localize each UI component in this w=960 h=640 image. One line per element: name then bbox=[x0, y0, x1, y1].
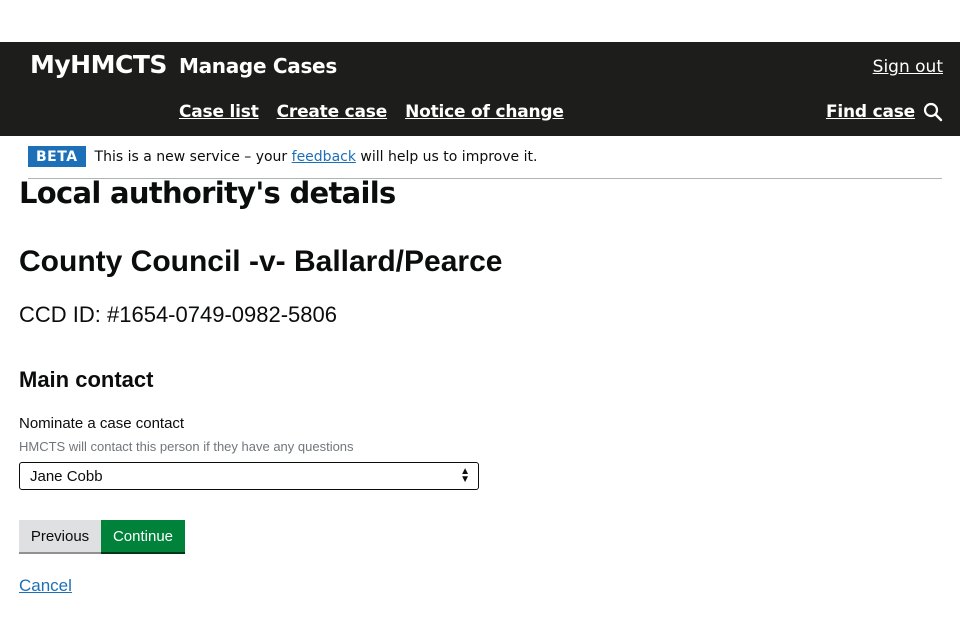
beta-text-after: will help us to improve it. bbox=[355, 149, 538, 165]
nav-notice-of-change[interactable]: Notice of change bbox=[405, 102, 564, 122]
case-contact-hint: HMCTS will contact this person if they h… bbox=[19, 439, 354, 454]
beta-tag: BETA bbox=[28, 146, 86, 167]
site-header: MyHMCTS Manage Cases Sign out Case list … bbox=[0, 42, 960, 136]
main-contact-heading: Main contact bbox=[19, 367, 154, 392]
brand-logo[interactable]: MyHMCTS bbox=[30, 50, 167, 79]
continue-button[interactable]: Continue bbox=[101, 520, 185, 552]
case-contact-label: Nominate a case contact bbox=[19, 415, 185, 432]
previous-button[interactable]: Previous bbox=[19, 520, 101, 552]
phase-banner: BETA This is a new service – your feedba… bbox=[28, 146, 942, 179]
case-id: CCD ID: #1654-0749-0982-5806 bbox=[19, 302, 337, 327]
case-contact-select[interactable]: Jane Cobb ▲ ▼ bbox=[19, 462, 479, 490]
find-case[interactable]: Find case bbox=[826, 102, 943, 122]
page-title: Local authority's details bbox=[19, 176, 396, 210]
search-icon[interactable] bbox=[923, 102, 943, 122]
primary-nav: Case list Create case Notice of change bbox=[179, 102, 564, 122]
select-arrows-icon: ▲ ▼ bbox=[460, 466, 470, 485]
nav-create-case[interactable]: Create case bbox=[277, 102, 388, 122]
beta-text-before: This is a new service – your bbox=[94, 149, 292, 165]
case-title: County Council -v- Ballard/Pearce bbox=[19, 245, 503, 278]
cancel-link[interactable]: Cancel bbox=[19, 576, 72, 596]
beta-text: This is a new service – your feedback wi… bbox=[95, 149, 538, 165]
feedback-link[interactable]: feedback bbox=[292, 149, 356, 165]
find-case-link[interactable]: Find case bbox=[826, 102, 915, 122]
case-contact-selected: Jane Cobb bbox=[30, 467, 103, 485]
nav-case-list[interactable]: Case list bbox=[179, 102, 259, 122]
service-name: Manage Cases bbox=[179, 54, 337, 78]
sign-out-link[interactable]: Sign out bbox=[873, 57, 943, 77]
